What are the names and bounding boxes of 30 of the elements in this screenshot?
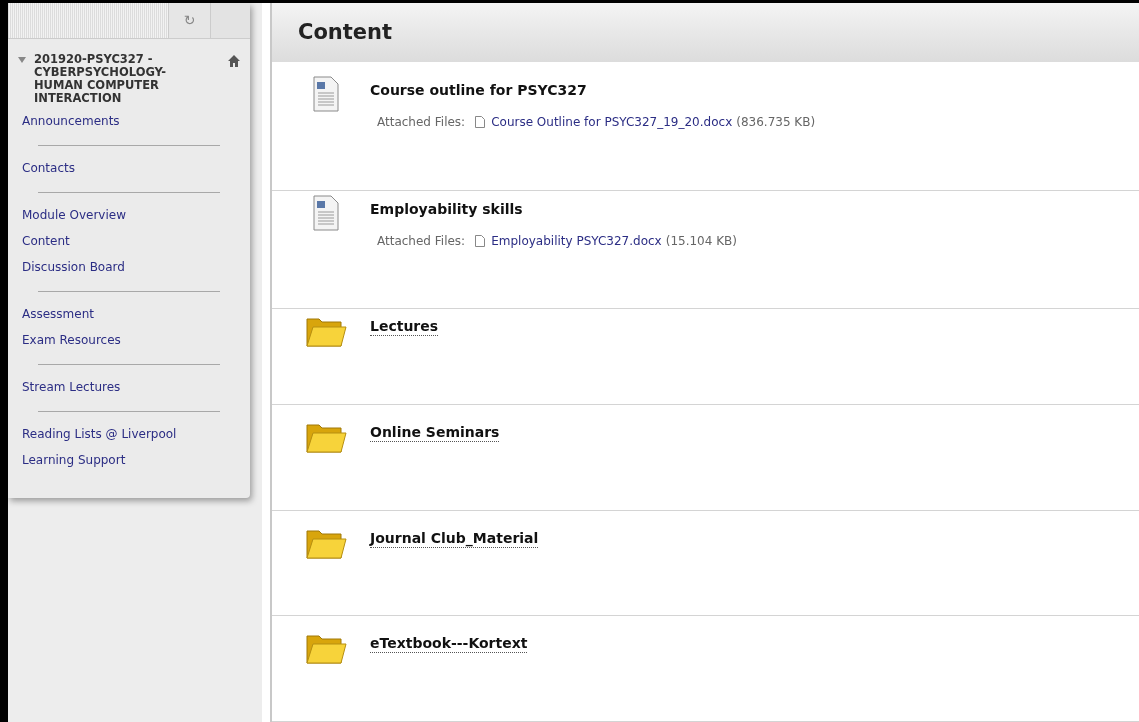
course-menu-link[interactable]: Assessment	[22, 306, 220, 322]
attached-files-label: Attached Files:	[377, 113, 466, 131]
folder-link[interactable]: Online Seminars	[370, 422, 500, 442]
document-icon	[313, 194, 339, 231]
attached-files-label: Attached Files:	[377, 232, 466, 250]
item-title: Employability skills	[370, 199, 524, 219]
course-menu-link[interactable]: Reading Lists @ Liverpool	[22, 426, 220, 442]
folder-link[interactable]: Lectures	[370, 317, 439, 337]
course-menu-link[interactable]: Learning Support	[22, 452, 220, 468]
course-menu-link[interactable]: Content	[22, 233, 220, 249]
document-icon	[313, 75, 339, 112]
home-icon[interactable]	[228, 55, 240, 67]
folder-link[interactable]: eTextbook---Kortext	[370, 634, 528, 654]
item-title: Course outline for PSYC327	[370, 80, 588, 100]
folder-link[interactable]: Journal Club_Material	[370, 528, 539, 548]
course-menu-link[interactable]: Discussion Board	[22, 259, 220, 275]
file-link[interactable]: Course Outline for PSYC327_19_20.docx	[491, 112, 733, 131]
file-link[interactable]: Employability PSYC327.docx	[491, 231, 662, 250]
file-icon	[475, 115, 486, 128]
file-icon	[475, 234, 486, 247]
course-menu-link[interactable]: Contacts	[22, 160, 220, 176]
file-size: (836.735 KB)	[736, 113, 816, 131]
course-menu-link[interactable]: Module Overview	[22, 207, 220, 223]
file-size: (15.104 KB)	[665, 232, 737, 250]
course-menu-link[interactable]: Stream Lectures	[22, 379, 220, 395]
course-title: 201920-PSYC327 - CYBERPSYCHOLOGY-HUMAN COMPUTER INTERACTION	[34, 53, 167, 105]
course-menu-link[interactable]: Announcements	[22, 113, 220, 129]
page-title: Content	[298, 18, 393, 46]
caret-icon[interactable]	[18, 57, 26, 63]
course-menu-link[interactable]: Exam Resources	[22, 332, 220, 348]
